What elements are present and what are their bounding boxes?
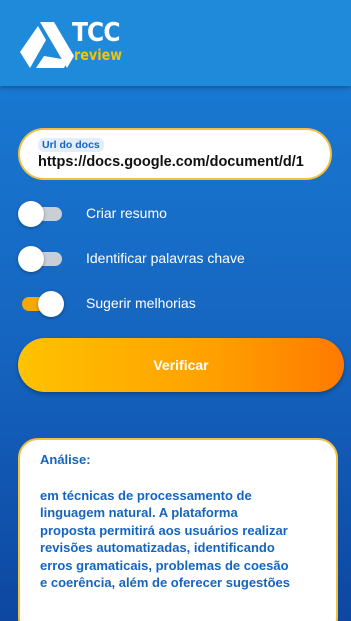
analysis-line: erros gramaticais, problemas de coesão	[40, 557, 289, 573]
analysis-panel: Análise: em técnicas de processamento de…	[18, 438, 338, 621]
analysis-line: linguagem natural. A plataforma	[40, 505, 238, 521]
analysis-line: revisões automatizadas, identificando	[40, 540, 275, 556]
option-identificar-palavras-chave[interactable]: Identificar palavras chave	[18, 245, 338, 273]
option-sugerir-melhorias[interactable]: Sugerir melhorias	[18, 290, 338, 318]
analysis-line: e coerência, além de oferecer sugestões	[40, 575, 291, 591]
analysis-line: proposta permitirá aos usuários realizar	[40, 522, 288, 538]
google-drive-logo-icon	[20, 22, 74, 68]
logo-title: TCC	[72, 18, 121, 48]
analysis-text: em técnicas de processamento de linguage…	[40, 487, 332, 591]
toggle-switch[interactable]	[18, 290, 64, 318]
url-field-label: Url do docs	[38, 138, 104, 152]
analysis-line: em técnicas de processamento de	[40, 488, 252, 503]
analysis-title: Análise:	[40, 452, 91, 467]
option-label: Criar resumo	[86, 205, 167, 221]
toggle-switch[interactable]	[18, 200, 64, 228]
docs-url-field[interactable]: Url do docs https://docs.google.com/docu…	[18, 128, 332, 180]
verify-button[interactable]: Verificar	[18, 338, 344, 392]
verify-button-label: Verificar	[153, 357, 209, 373]
toggle-switch[interactable]	[18, 245, 64, 273]
app-header: TCC review	[0, 0, 351, 86]
option-criar-resumo[interactable]: Criar resumo	[18, 200, 338, 228]
option-label: Sugerir melhorias	[86, 295, 196, 311]
option-label: Identificar palavras chave	[86, 250, 245, 266]
logo-subtitle: review	[74, 46, 123, 64]
url-input[interactable]: https://docs.google.com/document/d/1	[38, 154, 328, 170]
